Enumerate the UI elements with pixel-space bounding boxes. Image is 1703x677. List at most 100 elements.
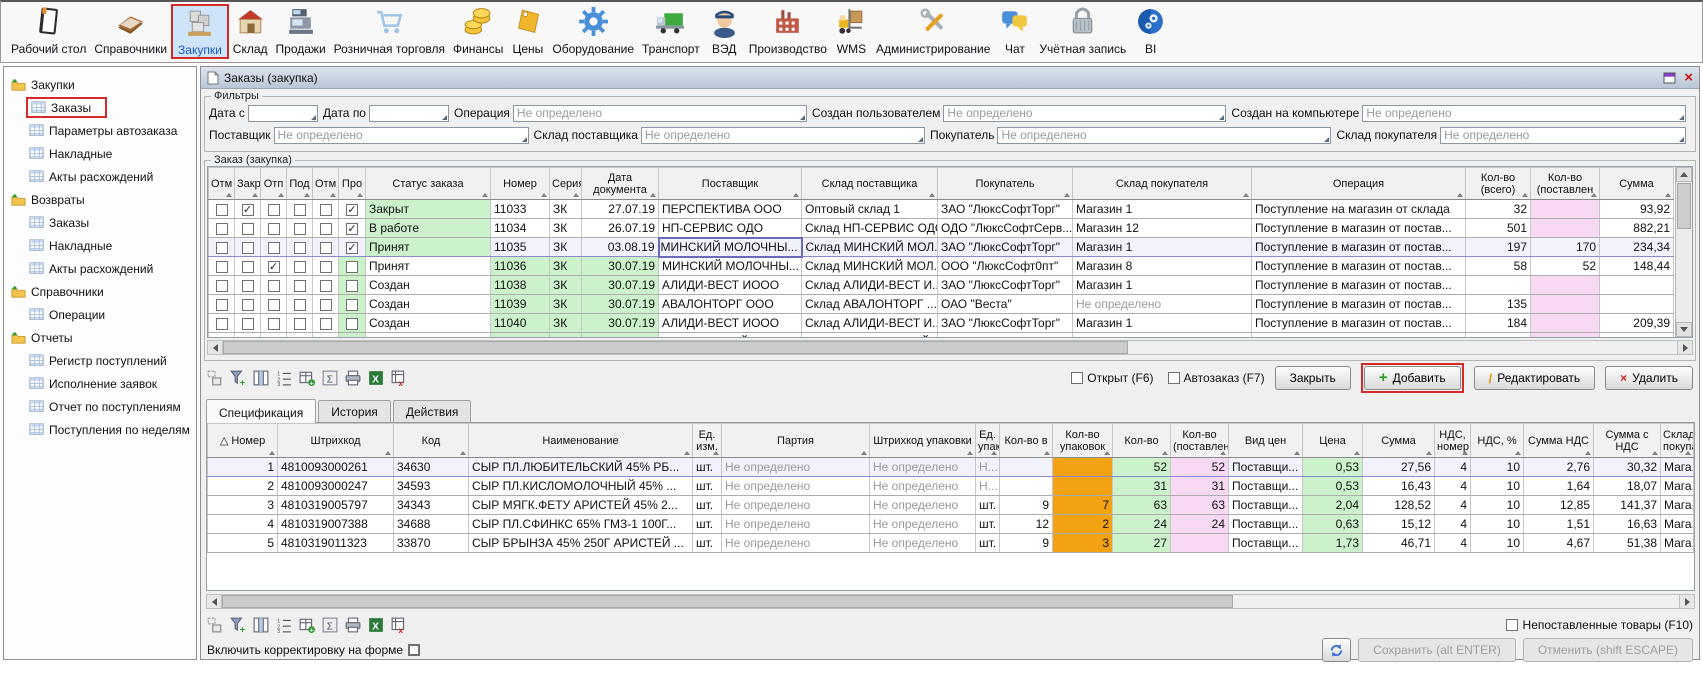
checkbox-icon[interactable] xyxy=(408,644,420,656)
filter-combo[interactable] xyxy=(513,105,807,122)
checkbox-icon[interactable] xyxy=(242,299,254,311)
spec-row[interactable]: 1481009300026134630СЫР ПЛ.ЛЮБИТЕЛЬСКИЙ 4… xyxy=(208,458,1694,477)
column-header[interactable]: Поставщик xyxy=(659,168,802,200)
order-row[interactable]: ✓Принят11035ЗК03.08.19МИНСКИЙ МОЛОЧНЫ...… xyxy=(209,238,1674,257)
delete-button[interactable]: × Удалить xyxy=(1605,366,1693,390)
sidebar-item[interactable]: Накладные xyxy=(4,234,196,257)
columns-icon[interactable] xyxy=(253,617,269,633)
column-header[interactable]: Номер xyxy=(491,168,550,200)
column-header[interactable]: Отм xyxy=(313,168,339,200)
columns-icon[interactable] xyxy=(253,370,269,386)
checkbox-icon[interactable]: ✓ xyxy=(346,204,358,216)
checkbox-icon[interactable]: ✓ xyxy=(346,242,358,254)
close-order-button[interactable]: Закрыть xyxy=(1275,366,1351,390)
column-header[interactable]: Код xyxy=(394,424,469,458)
select-rows-icon[interactable] xyxy=(207,617,223,633)
add-button[interactable]: + Добавить xyxy=(1364,366,1461,390)
checkbox-icon[interactable] xyxy=(294,318,306,330)
filter-add-icon[interactable]: + xyxy=(230,617,246,633)
checkbox-icon[interactable] xyxy=(294,280,306,292)
filter-input[interactable] xyxy=(370,106,448,121)
scroll-thumb[interactable] xyxy=(1677,183,1691,229)
checkbox-icon[interactable] xyxy=(320,242,332,254)
excel-export-icon[interactable]: X xyxy=(368,617,384,633)
column-header[interactable]: Серия xyxy=(550,168,582,200)
column-header[interactable]: Отм xyxy=(209,168,235,200)
close-icon[interactable]: × xyxy=(1684,72,1693,84)
checkbox-icon[interactable] xyxy=(216,299,228,311)
sidebar-item[interactable]: Заказы xyxy=(4,96,196,119)
orders-horizontal-scrollbar[interactable] xyxy=(207,340,1693,355)
order-row[interactable]: Создан11040ЗК30.07.19АЛИДИ-ВЕСТ ИОООСкла… xyxy=(209,314,1674,333)
autoorder-checkbox[interactable]: Автозаказ (F7) xyxy=(1168,371,1265,385)
column-header[interactable]: Под xyxy=(287,168,313,200)
filter-add-icon[interactable]: + xyxy=(230,370,246,386)
scroll-right-icon[interactable] xyxy=(1677,341,1692,354)
filter-input[interactable] xyxy=(249,106,317,121)
column-header[interactable]: Операция xyxy=(1252,168,1466,200)
spec-row[interactable]: 5481031901132333870СЫР БРЫНЗА 45% 250Г А… xyxy=(208,534,1694,553)
checkbox-icon[interactable] xyxy=(268,242,280,254)
toolbar-item-price-tag[interactable]: Цены xyxy=(507,4,548,57)
column-header[interactable]: НДС, % xyxy=(1471,424,1524,458)
checkbox-icon[interactable] xyxy=(294,261,306,273)
remove-filter-icon[interactable]: x xyxy=(391,617,407,633)
spec-row[interactable]: 3481031900579734343СЫР МЯГК.ФЕТУ АРИСТЕЙ… xyxy=(208,496,1694,515)
order-row[interactable]: Создан11038ЗК30.07.19АЛИДИ-ВЕСТ ИОООСкла… xyxy=(209,276,1674,295)
checkbox-icon[interactable] xyxy=(216,242,228,254)
column-header[interactable]: Кол-во (поставлен xyxy=(1531,168,1600,200)
column-header[interactable]: Про xyxy=(339,168,366,200)
column-header[interactable]: Вид цен xyxy=(1229,424,1303,458)
filter-input[interactable] xyxy=(1363,106,1685,121)
sum-icon[interactable]: Σ xyxy=(322,370,338,386)
checkbox-icon[interactable] xyxy=(268,280,280,292)
toolbar-item-customs[interactable]: ВЭД xyxy=(704,4,745,57)
checkbox-icon[interactable] xyxy=(294,242,306,254)
toolbar-item-bi[interactable]: BI xyxy=(1130,4,1171,57)
checkbox-icon[interactable] xyxy=(1071,372,1083,384)
order-row[interactable]: ✓Принят11036ЗК30.07.19МИНСКИЙ МОЛОЧНЫ...… xyxy=(209,257,1674,276)
toolbar-item-lock[interactable]: Учётная запись xyxy=(1035,4,1130,57)
checkbox-icon[interactable] xyxy=(320,223,332,235)
checkbox-icon[interactable] xyxy=(216,261,228,273)
filter-input[interactable] xyxy=(1441,128,1685,143)
column-header[interactable]: Партия xyxy=(722,424,870,458)
filter-combo[interactable] xyxy=(369,105,449,122)
checkbox-icon[interactable] xyxy=(216,204,228,216)
checkbox-icon[interactable] xyxy=(1506,619,1518,631)
column-header[interactable]: Кол-во xyxy=(1113,424,1171,458)
sum-icon[interactable]: Σ xyxy=(322,617,338,633)
select-rows-icon[interactable] xyxy=(207,370,223,386)
column-header[interactable]: Склад поставщика xyxy=(802,168,938,200)
order-row[interactable]: Создан11039ЗК30.07.19АВАЛОНТОРГ ОООСклад… xyxy=(209,295,1674,314)
toolbar-item-forklift[interactable]: WMS xyxy=(831,4,872,57)
toolbar-item-factory[interactable]: Производство xyxy=(745,4,831,57)
checkbox-icon[interactable] xyxy=(294,299,306,311)
column-header[interactable]: Отп xyxy=(261,168,287,200)
column-header[interactable]: Склад покупателя xyxy=(1661,424,1694,458)
filter-combo[interactable] xyxy=(997,127,1331,144)
filter-combo[interactable] xyxy=(1440,127,1686,144)
remove-filter-icon[interactable]: x xyxy=(391,370,407,386)
spec-row[interactable]: 2481009300024734593СЫР ПЛ.КИСЛОМОЛОЧНЫЙ … xyxy=(208,477,1694,496)
checkbox-icon[interactable] xyxy=(216,318,228,330)
sidebar-item[interactable]: Накладные xyxy=(4,142,196,165)
checkbox-icon[interactable] xyxy=(346,261,358,273)
checkbox-icon[interactable] xyxy=(294,204,306,216)
filter-input[interactable] xyxy=(944,106,1225,121)
scroll-left-icon[interactable] xyxy=(208,341,223,354)
orders-vertical-scrollbar[interactable] xyxy=(1675,167,1692,337)
scroll-up-icon[interactable] xyxy=(1676,167,1692,182)
checkbox-icon[interactable] xyxy=(294,223,306,235)
correction-checkbox[interactable]: Включить корректировку на форме xyxy=(207,643,420,657)
toolbar-item-gear[interactable]: Оборудование xyxy=(548,4,638,57)
column-header[interactable]: Дата документа xyxy=(582,168,659,200)
filter-combo[interactable] xyxy=(1362,105,1686,122)
filter-input[interactable] xyxy=(998,128,1330,143)
column-header[interactable]: Сумма xyxy=(1363,424,1435,458)
order-row[interactable]: Создан11041ЗК30.07.19АЗЕРБЕЛТРЕЙД ОООСкл… xyxy=(209,333,1674,339)
column-header[interactable]: Сумма с НДС xyxy=(1594,424,1661,458)
filter-input[interactable] xyxy=(514,106,806,121)
table-add-icon[interactable]: + xyxy=(299,617,315,633)
numbered-list-icon[interactable]: 1123 xyxy=(276,617,292,633)
